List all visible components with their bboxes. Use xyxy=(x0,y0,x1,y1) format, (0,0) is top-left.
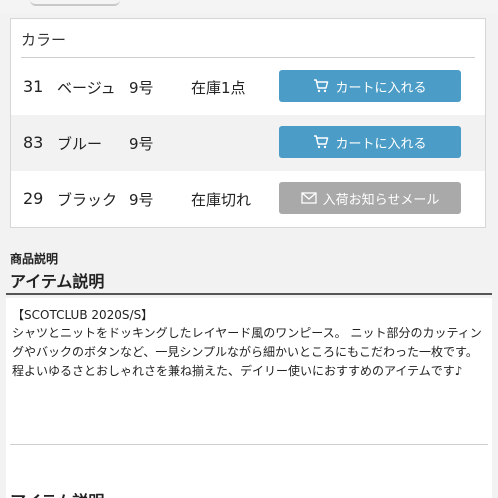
product-page: カラー 31 ベージュ 9号 在庫1点 カートに入れる 83 ブルー 9号 カー… xyxy=(0,0,498,498)
add-to-cart-button[interactable]: カートに入れる xyxy=(279,70,461,102)
variant-code: 83 xyxy=(23,133,44,152)
section-label: 商品説明 xyxy=(10,252,59,266)
add-to-cart-button[interactable]: カートに入れる xyxy=(279,126,461,158)
variant-stock: 在庫切れ xyxy=(191,191,252,209)
item-description-title: アイテム説明 xyxy=(10,272,105,291)
title-divider xyxy=(6,293,492,295)
variant-size: 9号 xyxy=(129,191,154,209)
description-body: シャツとニットをドッキングしたレイヤード風のワンピース。 ニット部分のカッティン… xyxy=(12,326,482,378)
variant-code: 31 xyxy=(23,77,44,96)
next-section-title: アイテム説明 xyxy=(10,488,104,498)
description-heading: 【SCOTCLUB 2020S/S】 xyxy=(12,308,154,322)
color-selection-card: カラー 31 ベージュ 9号 在庫1点 カートに入れる 83 ブルー 9号 カー… xyxy=(10,18,486,228)
variant-color-name: ブラック xyxy=(57,191,118,209)
add-to-cart-label: カートに入れる xyxy=(335,80,427,96)
cart-icon xyxy=(313,135,329,149)
variant-color-name: ブルー xyxy=(57,135,103,153)
variant-row-83: 83 ブルー 9号 カートに入れる xyxy=(11,115,485,171)
mail-icon xyxy=(300,192,317,204)
previous-section-edge xyxy=(0,0,498,14)
cart-icon xyxy=(313,79,329,93)
variant-stock: 在庫1点 xyxy=(191,79,246,97)
variant-color-name: ベージュ xyxy=(57,79,116,97)
add-to-cart-label: カートに入れる xyxy=(335,136,427,152)
cut-off-element xyxy=(30,0,120,6)
variant-code: 29 xyxy=(23,189,44,208)
restock-notify-button[interactable]: 入荷お知らせメール xyxy=(279,182,461,214)
variant-row-29: 29 ブラック 9号 在庫切れ 入荷お知らせメール xyxy=(11,171,485,227)
variant-size: 9号 xyxy=(129,79,154,97)
restock-notify-label: 入荷お知らせメール xyxy=(322,192,440,208)
item-description-box: 【SCOTCLUB 2020S/S】 シャツとニットをドッキングしたレイヤード風… xyxy=(6,298,492,498)
variant-size: 9号 xyxy=(129,135,154,153)
description-divider xyxy=(10,444,488,445)
header-divider xyxy=(21,57,475,58)
color-header: カラー xyxy=(21,31,67,49)
variant-row-31: 31 ベージュ 9号 在庫1点 カートに入れる xyxy=(11,59,485,115)
